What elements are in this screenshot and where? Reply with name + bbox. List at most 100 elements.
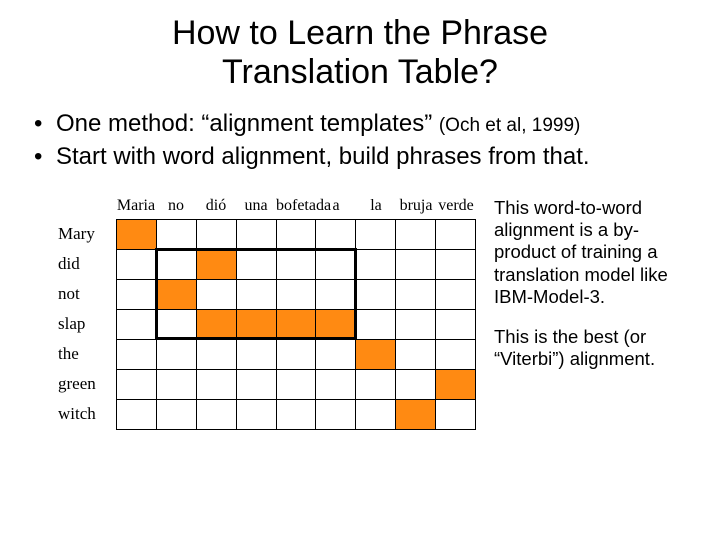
- alignment-cell: [196, 279, 236, 309]
- alignment-cell: [316, 279, 356, 309]
- side-notes: This word-to-word alignment is a by-prod…: [494, 197, 690, 388]
- slide-title: How to Learn the Phrase Translation Tabl…: [30, 14, 690, 92]
- alignment-cell: [396, 249, 436, 279]
- alignment-cell: [276, 399, 316, 429]
- title-line-2: Translation Table?: [222, 53, 498, 91]
- col-header: bruja: [396, 197, 436, 215]
- alignment-cell: [276, 309, 316, 339]
- alignment-cell: [117, 249, 157, 279]
- alignment-cell: [316, 369, 356, 399]
- alignment-cell: [436, 219, 476, 249]
- alignment-cell: [117, 399, 157, 429]
- row-header: the: [58, 339, 116, 369]
- alignment-cell: [436, 399, 476, 429]
- alignment-cell: [196, 219, 236, 249]
- row-header: slap: [58, 309, 116, 339]
- row-header: did: [58, 249, 116, 279]
- alignment-cell: [156, 219, 196, 249]
- col-header: dió: [196, 197, 236, 215]
- col-header: una: [236, 197, 276, 215]
- citation: (Och et al, 1999): [439, 115, 581, 136]
- slide: How to Learn the Phrase Translation Tabl…: [0, 0, 720, 430]
- row-headers: Mary did not slap the green witch: [58, 219, 116, 430]
- alignment-cell: [236, 249, 276, 279]
- alignment-cell: [356, 249, 396, 279]
- alignment-cell: [156, 309, 196, 339]
- alignment-cell: [316, 399, 356, 429]
- row-header: witch: [58, 399, 116, 429]
- bullet-list: • One method: “alignment templates” (Och…: [34, 108, 690, 173]
- row-header: Mary: [58, 219, 116, 249]
- alignment-cell: [276, 339, 316, 369]
- alignment-cell: [396, 369, 436, 399]
- alignment-cell: [356, 309, 396, 339]
- column-headers: Maria no dió una bofetada a la bruja ver…: [116, 197, 476, 219]
- alignment-cell: [396, 399, 436, 429]
- alignment-cell: [117, 339, 157, 369]
- alignment-cell: [436, 279, 476, 309]
- alignment-cell: [117, 279, 157, 309]
- col-header: la: [356, 197, 396, 215]
- alignment-cell: [156, 339, 196, 369]
- col-header: Maria: [116, 197, 156, 215]
- col-header: a: [316, 197, 356, 215]
- alignment-cell: [236, 279, 276, 309]
- alignment-cell: [117, 219, 157, 249]
- alignment-cell: [436, 339, 476, 369]
- bullet-item: • Start with word alignment, build phras…: [34, 141, 690, 173]
- col-header: verde: [436, 197, 476, 215]
- alignment-matrix: Maria no dió una bofetada a la bruja ver…: [58, 197, 476, 430]
- row-header: not: [58, 279, 116, 309]
- alignment-cell: [356, 339, 396, 369]
- alignment-cell: [276, 279, 316, 309]
- alignment-cell: [236, 369, 276, 399]
- bullet-text: Start with word alignment, build phrases…: [56, 141, 590, 173]
- col-header: no: [156, 197, 196, 215]
- row-header: green: [58, 369, 116, 399]
- alignment-grid: [116, 219, 476, 430]
- alignment-cell: [196, 399, 236, 429]
- note-paragraph: This is the best (or “Viterbi”) alignmen…: [494, 326, 690, 370]
- alignment-cell: [117, 309, 157, 339]
- alignment-cell: [196, 339, 236, 369]
- content-area: Maria no dió una bofetada a la bruja ver…: [30, 197, 690, 430]
- alignment-table: [116, 219, 476, 430]
- alignment-cell: [196, 249, 236, 279]
- title-line-1: How to Learn the Phrase: [172, 14, 548, 52]
- alignment-cell: [156, 249, 196, 279]
- alignment-cell: [156, 279, 196, 309]
- alignment-cell: [236, 219, 276, 249]
- alignment-cell: [276, 369, 316, 399]
- bullet-dot-icon: •: [34, 108, 56, 140]
- alignment-cell: [356, 369, 396, 399]
- bullet-dot-icon: •: [34, 141, 56, 173]
- alignment-cell: [436, 369, 476, 399]
- bullet-item: • One method: “alignment templates” (Och…: [34, 108, 690, 140]
- alignment-cell: [196, 369, 236, 399]
- alignment-cell: [276, 249, 316, 279]
- alignment-cell: [196, 309, 236, 339]
- alignment-cell: [156, 369, 196, 399]
- bullet-text: One method: “alignment templates”: [56, 110, 439, 137]
- alignment-cell: [396, 279, 436, 309]
- alignment-cell: [236, 399, 276, 429]
- alignment-cell: [316, 339, 356, 369]
- alignment-cell: [316, 249, 356, 279]
- alignment-cell: [276, 219, 316, 249]
- alignment-cell: [356, 219, 396, 249]
- alignment-cell: [436, 249, 476, 279]
- alignment-cell: [156, 399, 196, 429]
- alignment-cell: [396, 339, 436, 369]
- alignment-cell: [316, 219, 356, 249]
- alignment-cell: [436, 309, 476, 339]
- alignment-cell: [117, 369, 157, 399]
- alignment-cell: [356, 279, 396, 309]
- col-header: bofetada: [276, 197, 316, 215]
- alignment-cell: [236, 339, 276, 369]
- note-paragraph: This word-to-word alignment is a by-prod…: [494, 197, 690, 308]
- alignment-cell: [396, 309, 436, 339]
- alignment-cell: [396, 219, 436, 249]
- alignment-cell: [356, 399, 396, 429]
- alignment-cell: [316, 309, 356, 339]
- alignment-cell: [236, 309, 276, 339]
